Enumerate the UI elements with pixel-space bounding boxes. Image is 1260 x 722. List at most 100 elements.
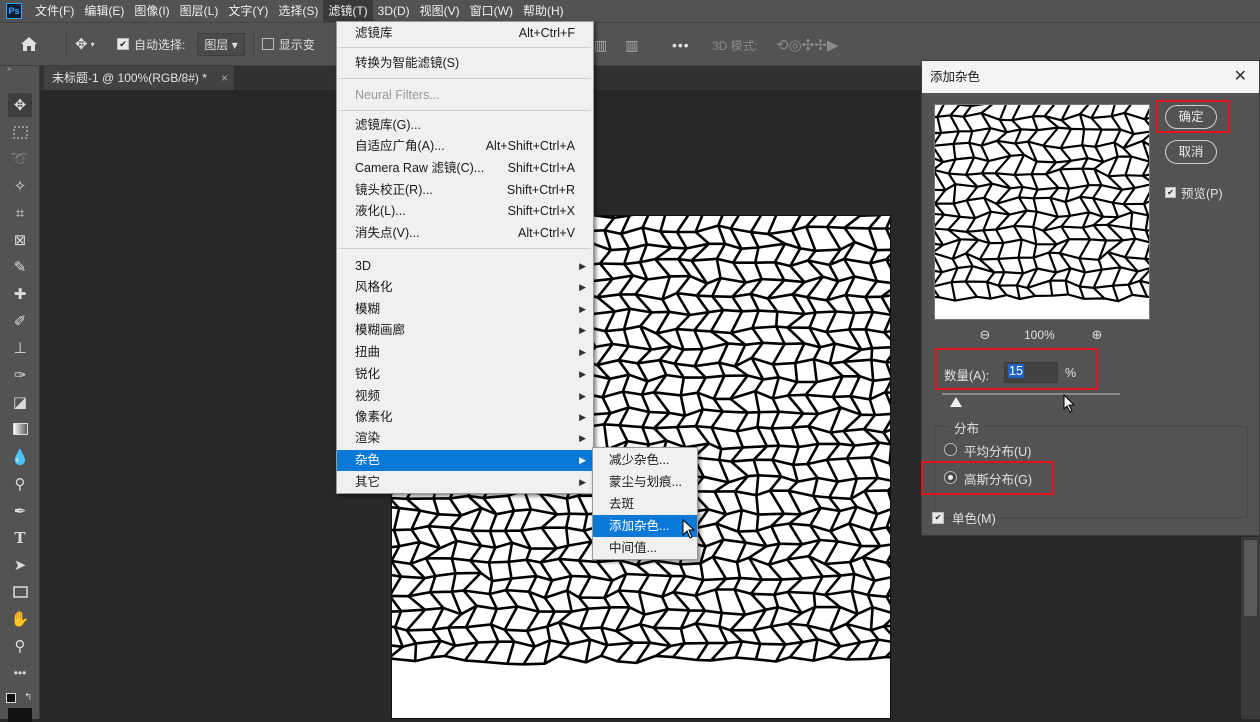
menu-3d[interactable]: 3D(D)	[373, 0, 415, 22]
lasso-icon[interactable]: ➰	[8, 147, 32, 171]
distribution-label: 分布	[948, 418, 986, 437]
close-icon[interactable]: ✕	[1234, 61, 1247, 93]
menu-file[interactable]: 文件(F)	[30, 0, 79, 22]
submenu-other[interactable]: 其它 ▶	[337, 472, 593, 493]
document-tab[interactable]: 未标题-1 @ 100%(RGB/8#) * ×	[44, 66, 234, 90]
submenu-render[interactable]: 渲染 ▶	[337, 428, 593, 449]
more-icon[interactable]: •••	[8, 661, 32, 685]
stamp-icon[interactable]: ⊥	[8, 336, 32, 360]
gradient-icon[interactable]	[8, 417, 32, 441]
show-transform-checkbox[interactable]	[261, 38, 274, 50]
submenu-noise[interactable]: 杂色 ▶	[337, 450, 593, 471]
mouse-cursor-icon	[1063, 394, 1076, 413]
crop-icon[interactable]: ⌗	[8, 201, 32, 225]
dodge-icon[interactable]: ⚲	[8, 472, 32, 496]
scrollbar-thumb[interactable]	[1244, 540, 1257, 616]
preview-toggle[interactable]: ✔ 预览(P)	[1165, 183, 1223, 202]
close-icon[interactable]: ×	[221, 66, 228, 90]
collapse-icon[interactable]: »	[7, 64, 11, 73]
amount-slider-thumb[interactable]	[950, 397, 963, 407]
brush-icon[interactable]: ✐	[8, 309, 32, 333]
distribute-icon[interactable]: ▥	[625, 37, 638, 54]
amount-slider[interactable]	[942, 393, 1120, 395]
healing-icon[interactable]: ✚	[8, 282, 32, 306]
auto-select-toggle[interactable]: ✔ 自动选择:	[117, 22, 185, 66]
swap-colors-icon[interactable]: ↰	[24, 692, 32, 703]
gaussian-radio[interactable]	[944, 471, 957, 484]
submenu-3d[interactable]: 3D ▶	[337, 256, 593, 277]
adaptive-wide-angle[interactable]: 自适应广角(A)... Alt+Shift+Ctrl+A	[337, 136, 593, 157]
show-transform-toggle[interactable]: 显示变	[261, 22, 315, 66]
camera-raw-filter[interactable]: Camera Raw 滤镜(C)... Shift+Ctrl+A	[337, 158, 593, 179]
marquee-icon[interactable]	[8, 120, 32, 144]
submenu-blur[interactable]: 模糊 ▶	[337, 299, 593, 320]
monochromatic-toggle[interactable]: ✔ 单色(M)	[932, 508, 996, 527]
submenu-pixelate[interactable]: 像素化 ▶	[337, 407, 593, 428]
align-icon[interactable]: ▥	[594, 37, 607, 54]
submenu-stylize[interactable]: 风格化 ▶	[337, 277, 593, 298]
despeckle[interactable]: 去斑	[593, 493, 697, 515]
cancel-button[interactable]: 取消	[1165, 140, 1217, 164]
submenu-video[interactable]: 视频 ▶	[337, 386, 593, 407]
tool-bar: » ✥ ➰ ✧ ⌗ ⊠ ✎ ✚ ✐ ⊥ ✑ ◪ 💧 ⚲ ✒ T ➤ ✋ ⚲ ••…	[0, 64, 40, 722]
3d-orbit-icon[interactable]: ⟲	[776, 36, 789, 54]
history-brush-icon[interactable]: ✑	[8, 363, 32, 387]
home-button[interactable]	[0, 22, 58, 66]
liquify[interactable]: 液化(L)... Shift+Ctrl+X	[337, 201, 593, 222]
hand-icon[interactable]: ✋	[8, 607, 32, 631]
submenu-sharpen[interactable]: 锐化 ▶	[337, 364, 593, 385]
submenu-distort[interactable]: 扭曲 ▶	[337, 342, 593, 363]
mouse-cursor-icon	[682, 519, 696, 539]
uniform-radio[interactable]	[944, 443, 957, 456]
pen-icon[interactable]: ✒	[8, 499, 32, 523]
menu-select[interactable]: 选择(S)	[273, 0, 323, 22]
zoom-level: 100%	[1024, 328, 1055, 342]
menu-view[interactable]: 视图(V)	[415, 0, 465, 22]
submenu-blur-gallery[interactable]: 模糊画廊 ▶	[337, 320, 593, 341]
filter-gallery[interactable]: 滤镜库(G)...	[337, 115, 593, 136]
menu-type[interactable]: 文字(Y)	[223, 0, 273, 22]
submenu-arrow-icon: ▶	[579, 369, 586, 379]
reduce-noise[interactable]: 减少杂色...	[593, 449, 697, 471]
menu-window[interactable]: 窗口(W)	[465, 0, 518, 22]
type-icon[interactable]: T	[8, 526, 32, 550]
ok-button[interactable]: 确定	[1165, 105, 1217, 129]
foreground-color-swatch[interactable]	[6, 693, 16, 703]
menu-edit[interactable]: 编辑(E)	[79, 0, 129, 22]
zoom-in-icon[interactable]: ⊕	[1089, 327, 1105, 343]
menu-help[interactable]: 帮助(H)	[518, 0, 569, 22]
preview-checkbox[interactable]: ✔	[1165, 187, 1176, 198]
eraser-icon[interactable]: ◪	[8, 390, 32, 414]
dust-and-scratches[interactable]: 蒙尘与划痕...	[593, 471, 697, 493]
move-tool-preset[interactable]: ✥ ▾	[75, 22, 111, 66]
amount-input[interactable]: 15	[1004, 362, 1058, 383]
magic-wand-icon[interactable]: ✧	[8, 174, 32, 198]
3d-roll-icon[interactable]: ◎	[789, 36, 802, 54]
layer-dropdown[interactable]: 图层 ▾	[197, 32, 245, 56]
zoom-icon[interactable]: ⚲	[8, 634, 32, 658]
auto-select-checkbox[interactable]: ✔	[117, 38, 129, 50]
menu-filter[interactable]: 滤镜(T)	[323, 0, 373, 22]
move-icon[interactable]: ✥	[8, 93, 32, 117]
blur-icon[interactable]: 💧	[8, 445, 32, 469]
filter-preview[interactable]	[913, 84, 1171, 320]
3d-camera-icon[interactable]: ▶	[827, 36, 839, 54]
vanishing-point[interactable]: 消失点(V)... Alt+Ctrl+V	[337, 223, 593, 244]
path-select-icon[interactable]: ➤	[8, 553, 32, 577]
frame-icon[interactable]: ⊠	[8, 228, 32, 252]
menu-layer[interactable]: 图层(L)	[175, 0, 224, 22]
3d-slide-icon[interactable]: ✢	[814, 36, 827, 54]
lens-correction[interactable]: 镜头校正(R)... Shift+Ctrl+R	[337, 180, 593, 201]
monochromatic-checkbox[interactable]: ✔	[932, 511, 944, 524]
monochromatic-label: 单色(M)	[952, 512, 996, 526]
photoshop-logo-icon: Ps	[6, 3, 22, 19]
3d-pan-icon[interactable]: ✣	[802, 36, 815, 54]
zoom-out-icon[interactable]: ⊖	[977, 327, 993, 343]
eyedropper-icon[interactable]: ✎	[8, 255, 32, 279]
background-color-swatch[interactable]	[8, 708, 32, 722]
rectangle-icon[interactable]	[8, 580, 32, 604]
menu-image[interactable]: 图像(I)	[129, 0, 174, 22]
convert-smart-filter[interactable]: 转换为智能滤镜(S)	[337, 53, 593, 74]
filter-gallery-last[interactable]: 滤镜库 Alt+Ctrl+F	[337, 23, 593, 44]
more-options-button[interactable]: •••	[672, 23, 690, 67]
